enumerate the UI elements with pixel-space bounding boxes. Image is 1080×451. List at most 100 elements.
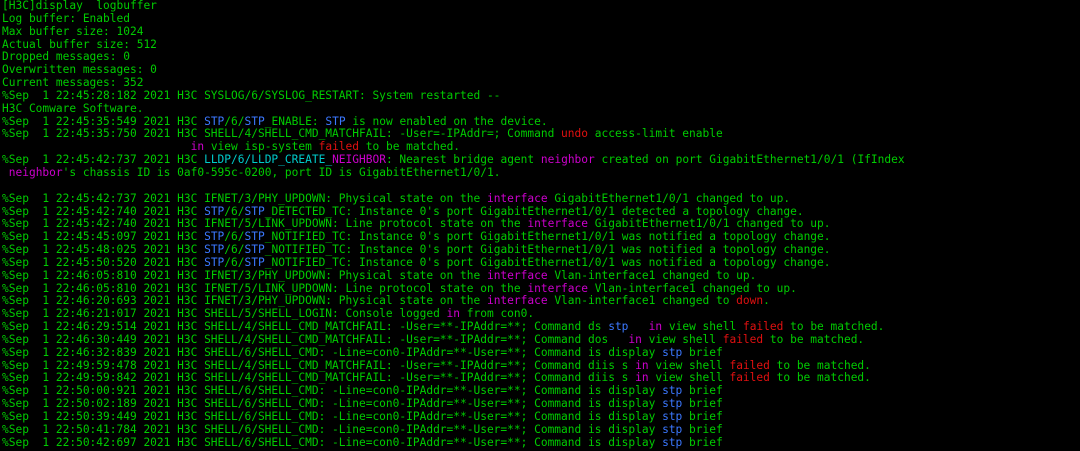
highlight-magenta: in <box>190 140 205 154</box>
highlight-blue: STP <box>204 204 225 218</box>
highlight-blue: STP <box>204 243 225 257</box>
log-text: to be matched. <box>763 332 865 346</box>
log-text: %Sep 1 22:45:50:520 2021 H3C <box>2 255 205 269</box>
log-text: brief <box>682 435 723 449</box>
log-text: /6/ <box>224 230 245 244</box>
log-text: %Sep 1 22:46:32:839 2021 H3C SHELL/6/SHE… <box>2 345 663 359</box>
highlight-blue: STP <box>325 114 346 128</box>
log-text: view shell <box>648 371 730 385</box>
highlight-magenta: in <box>635 358 649 372</box>
highlight-magenta: interface <box>527 217 588 231</box>
log-text: access-limit enable <box>588 127 723 141</box>
log-text: /6/ <box>224 204 245 218</box>
log-text: %Sep 1 22:45:35:549 2021 H3C <box>2 114 205 128</box>
log-text: %Sep 1 22:46:05:810 2021 H3C IFNET/5/LIN… <box>2 281 528 295</box>
log-text: GigabitEthernet1/0/1 changed to up. <box>547 191 791 205</box>
highlight-red: undo <box>561 127 588 141</box>
highlight-red: failed <box>722 332 764 346</box>
log-text: %Sep 1 22:50:41:784 2021 H3C SHELL/6/SHE… <box>2 422 663 436</box>
log-text: %Sep 1 22:46:30:449 2021 H3C SHELL/4/SHE… <box>2 332 629 346</box>
log-text: Log buffer: Enabled <box>2 11 130 25</box>
log-text: %Sep 1 22:46:05:810 2021 H3C IFNET/3/PHY… <box>2 268 487 282</box>
log-text: Vlan-interface1 changed to <box>547 294 737 308</box>
highlight-red: failed <box>318 140 360 154</box>
log-output: [H3C]display logbuffer Log buffer: Enable… <box>2 0 1080 450</box>
log-text: to be matched. <box>769 358 871 372</box>
log-text: Max buffer size: 1024 <box>2 24 144 38</box>
log-text: %Sep 1 22:45:42:740 2021 H3C <box>2 204 205 218</box>
highlight-cyan: LLDP/6/LLDP_CREATE_ <box>204 153 333 167</box>
log-text: %Sep 1 22:45:35:750 2021 H3C SHELL/4/SHE… <box>2 127 562 141</box>
log-line: neighbor's chassis ID is 0af0-595c-0200,… <box>2 165 1080 180</box>
highlight-magenta: interface <box>486 294 548 308</box>
log-text: Actual buffer size: 512 <box>2 37 157 51</box>
highlight-blue: STP <box>204 255 225 269</box>
log-text: %Sep 1 22:49:59:478 2021 H3C SHELL/4/SHE… <box>2 358 636 372</box>
log-text: %Sep 1 22:50:42:697 2021 H3C SHELL/6/SHE… <box>2 435 663 449</box>
log-text: to be matched. <box>359 140 461 154</box>
log-text: view shell <box>662 320 743 334</box>
highlight-red: down <box>736 294 764 308</box>
log-text: . <box>763 294 770 308</box>
highlight-blue: stp <box>662 345 683 359</box>
log-text: %Sep 1 22:50:00:921 2021 H3C SHELL/6/SHE… <box>2 384 663 398</box>
log-text: %Sep 1 22:45:48:025 2021 H3C <box>2 243 205 257</box>
highlight-magenta: interface <box>527 281 588 295</box>
log-text: _NOTIFIED_TC: Instance 0's port GigabitE… <box>264 255 831 269</box>
log-text: %Sep 1 22:49:59:842 2021 H3C SHELL/4/SHE… <box>2 371 636 385</box>
log-text: 's chassis ID is 0af0-595c-0200, port ID… <box>62 165 501 179</box>
log-text: /6/ <box>224 255 245 269</box>
log-text: _NOTIFIED_TC: Instance 0's port GigabitE… <box>264 230 831 244</box>
log-text: /6/ <box>224 243 245 257</box>
log-text: _ENABLE: <box>264 114 326 128</box>
highlight-magenta: neighbor <box>540 153 595 167</box>
log-text: brief <box>682 384 723 398</box>
log-text: brief <box>682 422 723 436</box>
highlight-blue: stp <box>662 422 683 436</box>
log-line: Log buffer: Enabled <box>2 11 1080 26</box>
log-line: Overwritten messages: 0 <box>2 63 1080 77</box>
highlight-blue: STP <box>204 114 225 128</box>
log-text: to be matched. <box>769 371 871 385</box>
highlight-blue: STP <box>244 243 265 257</box>
highlight-magenta: in <box>635 371 649 385</box>
highlight-blue: STP <box>244 230 265 244</box>
log-text: %Sep 1 22:46:21:017 2021 H3C SHELL/5/SHE… <box>2 307 447 321</box>
log-text: GigabitEthernet1/0/1 changed to up. <box>588 217 831 231</box>
log-text: brief <box>682 345 723 359</box>
log-text: %Sep 1 22:46:29:514 2021 H3C SHELL/4/SHE… <box>2 320 609 334</box>
highlight-blue: STP <box>204 230 225 244</box>
log-text: %Sep 1 22:45:28:182 2021 H3C SYSLOG/6/SY… <box>2 88 501 102</box>
log-text: is now enabled on the device. <box>345 114 548 128</box>
log-text: %Sep 1 22:45:42:737 2021 H3C <box>2 153 205 167</box>
log-text: created on port GigabitEthernet1/0/1 (If… <box>594 153 905 167</box>
log-text: %Sep 1 22:50:39:449 2021 H3C SHELL/6/SHE… <box>2 410 663 423</box>
highlight-magenta: in <box>628 332 642 346</box>
highlight-blue: stp <box>608 320 629 334</box>
log-text: Current messages: 352 <box>2 76 144 90</box>
log-text: /6/ <box>224 114 245 128</box>
highlight-red: failed <box>742 320 784 334</box>
log-text: %Sep 1 22:45:45:097 2021 H3C <box>2 230 205 244</box>
highlight-blue: STP <box>244 204 265 218</box>
highlight-blue: stp <box>662 384 683 398</box>
highlight-magenta: interface <box>486 268 548 282</box>
log-text: brief <box>682 410 723 423</box>
log-text: %Sep 1 22:45:42:740 2021 H3C IFNET/5/LIN… <box>2 217 528 231</box>
highlight-magenta: NEIGHBOR <box>332 153 386 167</box>
log-text: [H3C]display logbuffer <box>2 0 157 12</box>
highlight-blue: STP <box>244 114 265 128</box>
highlight-magenta: in <box>648 320 663 334</box>
highlight-red: failed <box>729 371 770 385</box>
log-text: _NOTIFIED_TC: Instance 0's port GigabitE… <box>264 243 831 257</box>
highlight-magenta: in <box>446 307 461 321</box>
log-text: %Sep 1 22:50:02:189 2021 H3C SHELL/6/SHE… <box>2 397 663 411</box>
log-text: Vlan-interface1 changed to up. <box>547 268 757 282</box>
log-line: Actual buffer size: 512 <box>2 37 1080 52</box>
terminal-window[interactable]: [H3C]display logbuffer Log buffer: Enable… <box>0 0 1080 451</box>
log-text: from con0. <box>460 307 535 321</box>
highlight-blue: stp <box>662 410 683 423</box>
log-line: %Sep 1 22:50:42:697 2021 H3C SHELL/6/SHE… <box>2 435 1080 450</box>
